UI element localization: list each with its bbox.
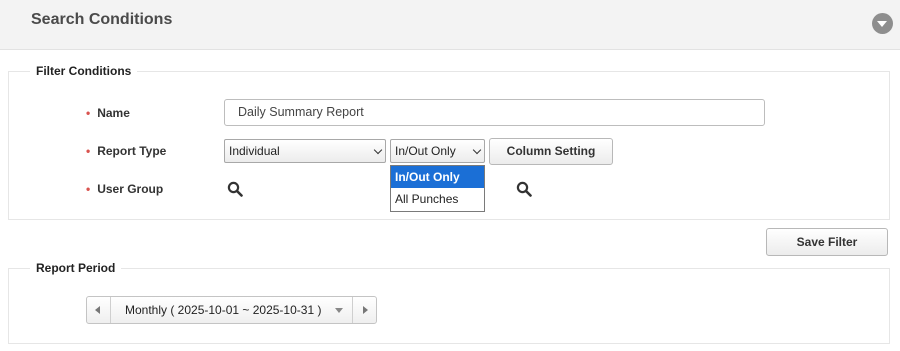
- collapse-chevron-icon[interactable]: [872, 13, 893, 34]
- chevron-down-icon: [373, 145, 383, 155]
- required-mark: •: [86, 182, 91, 196]
- required-mark: •: [86, 106, 91, 120]
- search-icon[interactable]: [227, 181, 243, 197]
- chevron-right-icon: [363, 306, 368, 314]
- save-filter-button[interactable]: Save Filter: [766, 228, 888, 256]
- previous-period-button[interactable]: [87, 297, 111, 323]
- caret-down-icon[interactable]: [335, 308, 343, 313]
- search-icon[interactable]: [516, 181, 532, 197]
- user-group-label: • User Group: [86, 182, 164, 196]
- period-value: Monthly ( 2025-10-01 ~ 2025-10-31 ): [125, 303, 322, 317]
- chevron-down-icon: [472, 145, 482, 155]
- column-setting-button[interactable]: Column Setting: [489, 138, 613, 165]
- chevron-left-icon: [95, 306, 100, 314]
- filter-conditions-legend: Filter Conditions: [30, 64, 138, 78]
- required-mark: •: [86, 144, 91, 158]
- option-in-out-only[interactable]: In/Out Only: [391, 166, 484, 188]
- report-type-select[interactable]: Individual: [224, 139, 386, 163]
- punch-type-select[interactable]: In/Out Only: [390, 139, 485, 163]
- punch-type-dropdown: In/Out Only All Punches: [390, 165, 485, 212]
- page-title: Search Conditions: [31, 11, 173, 28]
- name-label: • Name: [86, 106, 130, 120]
- punch-type-value: In/Out Only: [395, 144, 456, 158]
- report-name-input[interactable]: Daily Summary Report: [224, 99, 765, 126]
- report-type-value: Individual: [229, 144, 280, 158]
- option-all-punches[interactable]: All Punches: [391, 188, 484, 210]
- report-type-label: • Report Type: [86, 144, 167, 158]
- report-period-selector[interactable]: Monthly ( 2025-10-01 ~ 2025-10-31 ): [86, 296, 377, 324]
- next-period-button[interactable]: [352, 297, 376, 323]
- search-conditions-header: Search Conditions: [0, 0, 900, 50]
- report-period-legend: Report Period: [30, 261, 122, 275]
